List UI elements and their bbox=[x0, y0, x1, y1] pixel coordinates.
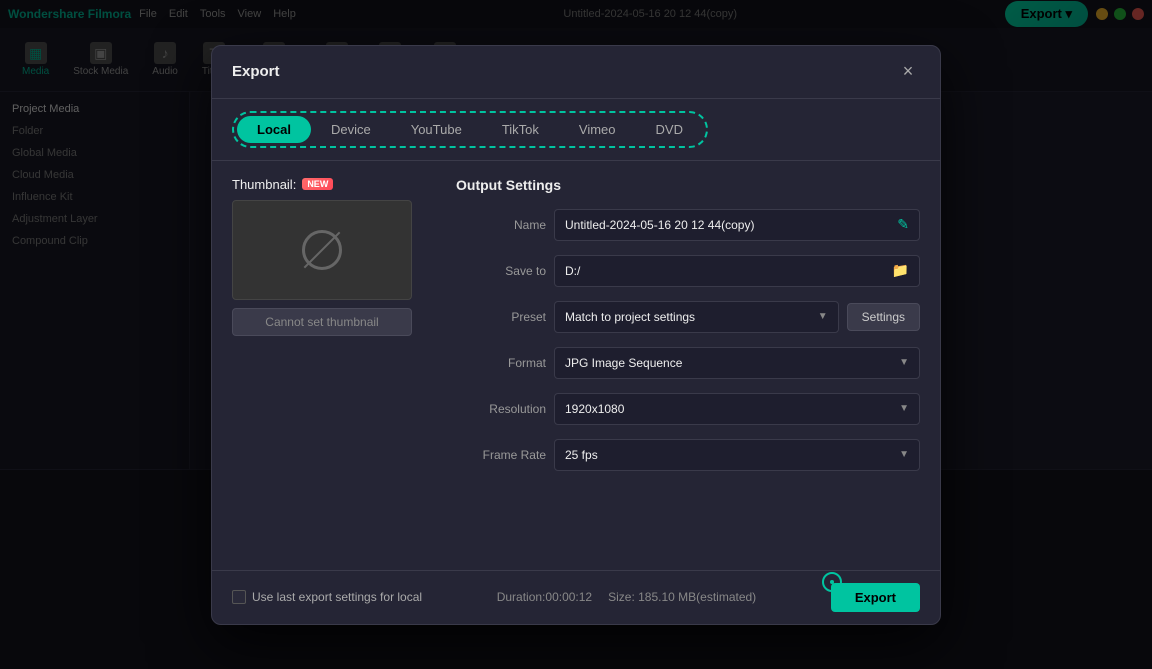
output-settings-title: Output Settings bbox=[456, 177, 920, 193]
form-row-resolution: Resolution 1920x1080 ▼ bbox=[456, 393, 920, 425]
export-dialog: Export × Local Device YouTube TikTok Vim… bbox=[211, 45, 941, 625]
size-label: Size: 185.10 MB(estimated) bbox=[608, 590, 756, 604]
preset-settings-button[interactable]: Settings bbox=[847, 303, 920, 331]
folder-browse-icon[interactable]: 📁 bbox=[892, 262, 909, 279]
frame-rate-value: 25 fps bbox=[565, 448, 598, 462]
thumbnail-label: Thumbnail: NEW bbox=[232, 177, 432, 192]
format-chevron-icon: ▼ bbox=[899, 357, 909, 368]
format-dropdown[interactable]: JPG Image Sequence ▼ bbox=[554, 347, 920, 379]
format-value: JPG Image Sequence bbox=[565, 356, 682, 370]
use-last-settings-row: Use last export settings for local bbox=[232, 590, 422, 604]
save-to-input[interactable]: D:/ 📁 bbox=[554, 255, 920, 287]
resolution-value: 1920x1080 bbox=[565, 402, 624, 416]
dialog-close-button[interactable]: × bbox=[896, 60, 920, 84]
thumbnail-section: Thumbnail: NEW Cannot set thumbnail bbox=[232, 177, 432, 554]
dialog-title: Export bbox=[232, 63, 280, 80]
thumbnail-preview bbox=[232, 200, 412, 300]
save-to-value: D:/ bbox=[565, 264, 886, 278]
use-last-settings-label: Use last export settings for local bbox=[252, 590, 422, 604]
name-label: Name bbox=[456, 218, 546, 232]
dialog-header: Export × bbox=[212, 46, 940, 99]
form-row-save-to: Save to D:/ 📁 bbox=[456, 255, 920, 287]
footer-info: Duration:00:00:12 Size: 185.10 MB(estima… bbox=[497, 590, 756, 604]
form-row-frame-rate: Frame Rate 25 fps ▼ bbox=[456, 439, 920, 471]
save-to-label: Save to bbox=[456, 264, 546, 278]
no-thumbnail-icon bbox=[302, 230, 342, 270]
modal-overlay: Export × Local Device YouTube TikTok Vim… bbox=[0, 0, 1152, 669]
tab-local[interactable]: Local bbox=[237, 116, 311, 143]
new-badge: NEW bbox=[302, 178, 333, 190]
resolution-chevron-icon: ▼ bbox=[899, 403, 909, 414]
resolution-label: Resolution bbox=[456, 402, 546, 416]
use-last-settings-checkbox[interactable] bbox=[232, 590, 246, 604]
frame-rate-label: Frame Rate bbox=[456, 448, 546, 462]
name-value: Untitled-2024-05-16 20 12 44(copy) bbox=[565, 218, 891, 232]
format-label: Format bbox=[456, 356, 546, 370]
edit-name-icon[interactable]: ✎ bbox=[897, 216, 909, 233]
dialog-body: Thumbnail: NEW Cannot set thumbnail Outp… bbox=[212, 161, 940, 570]
export-final-button[interactable]: Export bbox=[831, 583, 920, 612]
duration-label: Duration:00:00:12 bbox=[497, 590, 592, 604]
form-row-preset: Preset Match to project settings ▼ Setti… bbox=[456, 301, 920, 333]
dialog-footer: Use last export settings for local Durat… bbox=[212, 570, 940, 624]
tab-device[interactable]: Device bbox=[311, 116, 391, 143]
frame-rate-dropdown[interactable]: 25 fps ▼ bbox=[554, 439, 920, 471]
tab-vimeo[interactable]: Vimeo bbox=[559, 116, 636, 143]
preset-value: Match to project settings bbox=[565, 310, 695, 324]
resolution-dropdown[interactable]: 1920x1080 ▼ bbox=[554, 393, 920, 425]
frame-rate-chevron-icon: ▼ bbox=[899, 449, 909, 460]
set-thumbnail-button[interactable]: Cannot set thumbnail bbox=[232, 308, 412, 336]
tab-tiktok[interactable]: TikTok bbox=[482, 116, 559, 143]
tab-dvd[interactable]: DVD bbox=[636, 116, 703, 143]
preset-label: Preset bbox=[456, 310, 546, 324]
dialog-tabs-container: Local Device YouTube TikTok Vimeo DVD bbox=[212, 99, 940, 161]
thumbnail-text: Thumbnail: bbox=[232, 177, 296, 192]
tab-youtube[interactable]: YouTube bbox=[391, 116, 482, 143]
tab-group: Local Device YouTube TikTok Vimeo DVD bbox=[232, 111, 708, 148]
preset-chevron-icon: ▼ bbox=[818, 311, 828, 322]
form-row-format: Format JPG Image Sequence ▼ bbox=[456, 347, 920, 379]
preset-dropdown[interactable]: Match to project settings ▼ bbox=[554, 301, 839, 333]
output-settings: Output Settings Name Untitled-2024-05-16… bbox=[456, 177, 920, 554]
form-row-name: Name Untitled-2024-05-16 20 12 44(copy) … bbox=[456, 209, 920, 241]
name-input-container: Untitled-2024-05-16 20 12 44(copy) ✎ bbox=[554, 209, 920, 241]
